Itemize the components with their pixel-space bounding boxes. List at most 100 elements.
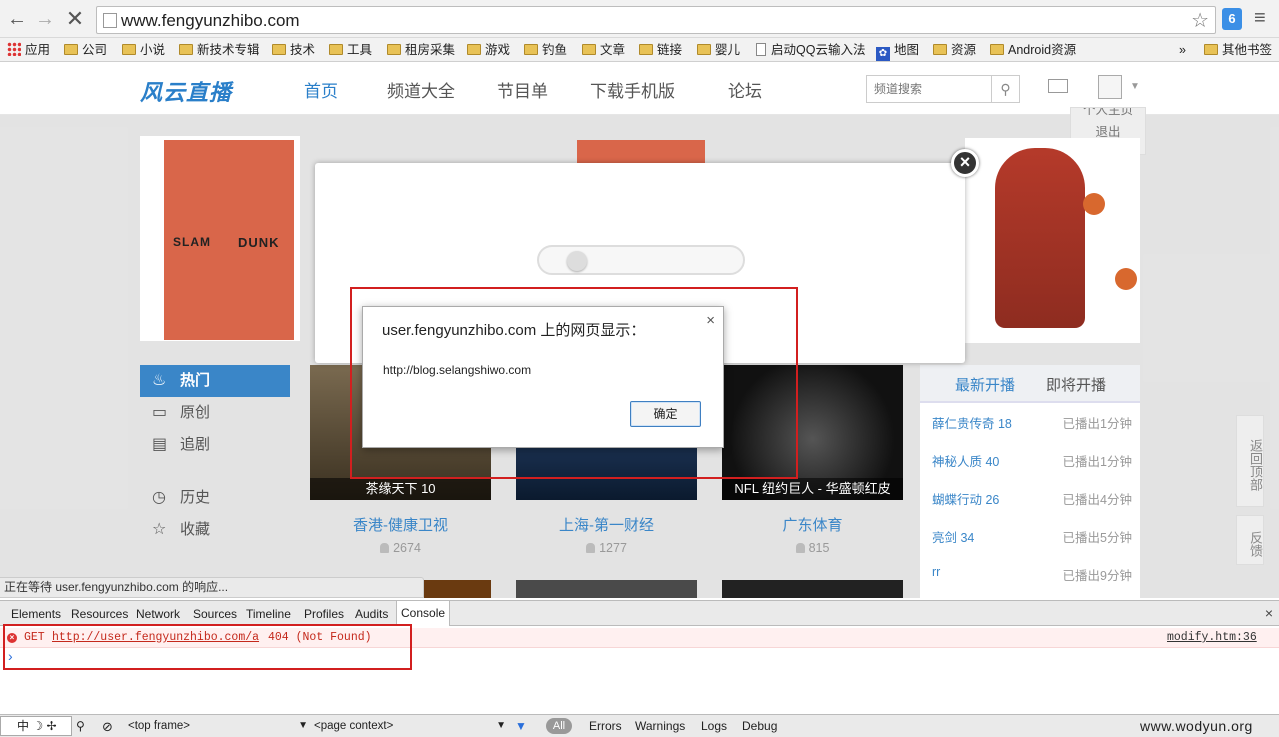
nav-forum[interactable]: 论坛: [728, 77, 762, 102]
search-icon[interactable]: ⚲: [991, 76, 1019, 102]
bookmark-folder[interactable]: Android资源: [990, 41, 1076, 59]
bookmark-folder[interactable]: 技术: [272, 41, 315, 59]
captcha-slider[interactable]: [537, 245, 745, 275]
bookmark-folder[interactable]: 链接: [639, 41, 682, 59]
left-menu-hot[interactable]: ♨ 热门: [140, 365, 290, 397]
back-arrow-icon[interactable]: ←: [5, 8, 29, 32]
back-to-top-button[interactable]: 返回顶部: [1236, 415, 1264, 507]
bookmark-folder[interactable]: 公司: [64, 41, 107, 59]
list-item[interactable]: rr 已播出9分钟: [932, 565, 1132, 583]
video-title[interactable]: 香港-健康卫视: [310, 514, 491, 535]
ok-button[interactable]: 确定: [630, 401, 701, 427]
devtools-tabs: Elements Resources Network Sources Timel…: [0, 600, 1279, 626]
nav-schedule[interactable]: 节目单: [497, 77, 548, 102]
folder-icon: [933, 44, 947, 55]
list-item[interactable]: 亮剑 34 已播出5分钟: [932, 527, 1132, 546]
bookmark-folder[interactable]: 租房采集: [387, 41, 455, 59]
tab-network[interactable]: Network: [136, 607, 180, 621]
bookmark-folder-other[interactable]: 其他书签: [1204, 41, 1272, 59]
channel-search-input[interactable]: [867, 76, 991, 102]
person-icon: [380, 543, 390, 553]
bookmark-folder[interactable]: 小说: [122, 41, 165, 59]
filter-icon[interactable]: ▼: [515, 719, 527, 733]
left-menu-original[interactable]: ▭ 原创: [140, 397, 290, 429]
error-source-link[interactable]: modify.htm:36: [1167, 631, 1257, 644]
video-thumb[interactable]: [722, 580, 903, 598]
video-title[interactable]: 广东体育: [722, 514, 903, 535]
bookmark-folder[interactable]: 游戏: [467, 41, 510, 59]
site-logo[interactable]: 风云直播: [140, 75, 232, 107]
bookmark-folder[interactable]: 婴儿: [697, 41, 740, 59]
left-menu-series[interactable]: ▤ 追剧: [140, 429, 290, 461]
search-icon[interactable]: ⚲: [76, 719, 85, 733]
menu-icon[interactable]: ≡: [1254, 7, 1266, 30]
list-item[interactable]: 薛仁贵传奇 18 已播出1分钟: [932, 413, 1132, 432]
video-thumb[interactable]: [516, 580, 697, 598]
list-item[interactable]: 神秘人质 40 已播出1分钟: [932, 451, 1132, 470]
bookmark-folder[interactable]: 工具: [329, 41, 372, 59]
video-title[interactable]: 上海-第一财经: [516, 514, 697, 535]
close-icon[interactable]: ×: [706, 312, 715, 329]
stop-loading-icon[interactable]: ✕: [63, 8, 87, 32]
tab-elements[interactable]: Elements: [11, 607, 61, 621]
bookmark-folder[interactable]: 文章: [582, 41, 625, 59]
nav-download-mobile[interactable]: 下载手机版: [590, 77, 675, 102]
forward-arrow-icon[interactable]: →: [33, 8, 57, 32]
nav-home[interactable]: 首页: [304, 77, 338, 102]
folder-icon: [639, 44, 653, 55]
filter-errors[interactable]: Errors: [589, 719, 622, 733]
left-menu-favorites[interactable]: ☆ 收藏: [140, 514, 290, 546]
filter-warnings[interactable]: Warnings: [635, 719, 685, 733]
player-figure: [995, 148, 1085, 328]
mail-icon[interactable]: [1048, 79, 1068, 93]
folder-icon: [387, 44, 401, 55]
nav-channels[interactable]: 频道大全: [387, 77, 455, 102]
viewer-count: 815: [722, 541, 903, 555]
alert-message: http://blog.selangshiwo.com: [383, 363, 532, 377]
tab-resources[interactable]: Resources: [71, 607, 128, 621]
extension-icon[interactable]: 6: [1222, 8, 1242, 30]
tab-sources[interactable]: Sources: [193, 607, 237, 621]
tab-timeline[interactable]: Timeline: [246, 607, 291, 621]
context-select[interactable]: <page context> ▼: [314, 717, 506, 735]
bookmark-folder[interactable]: 新技术专辑: [179, 41, 260, 59]
filter-all[interactable]: All: [546, 718, 572, 734]
address-url[interactable]: www.fengyunzhibo.com: [121, 11, 300, 31]
bookmarks-overflow[interactable]: »: [1179, 41, 1186, 59]
filter-debug[interactable]: Debug: [742, 719, 777, 733]
ime-toolbar[interactable]: 中 ☽ ✢: [0, 716, 72, 736]
bookmark-link[interactable]: ✿ 地图: [876, 41, 919, 61]
video-caption: 茶缘天下 10: [310, 478, 491, 500]
folder-icon: [64, 44, 78, 55]
bookmarks-bar: 应用 公司 小说 新技术专辑 技术 工具 租房采集 游戏 钓鱼 文章 链接 婴儿…: [0, 38, 1279, 62]
address-bar[interactable]: www.fengyunzhibo.com ☆: [96, 6, 1216, 34]
slider-handle[interactable]: [567, 251, 587, 271]
clear-console-icon[interactable]: ⊘: [102, 719, 113, 735]
chevron-down-icon: ▼: [496, 720, 506, 731]
chevron-down-icon[interactable]: ▼: [1130, 81, 1140, 92]
tab-audits[interactable]: Audits: [355, 607, 388, 621]
page-icon: [756, 43, 766, 56]
left-menu-history[interactable]: ◷ 历史: [140, 482, 290, 514]
bookmark-star-icon[interactable]: ☆: [1191, 8, 1209, 33]
bookmark-folder[interactable]: 资源: [933, 41, 976, 59]
folder-icon: [990, 44, 1004, 55]
tab-latest-live[interactable]: 最新开播: [955, 374, 1015, 395]
avatar[interactable]: [1098, 75, 1122, 99]
close-icon[interactable]: ×: [951, 149, 979, 177]
banner-dunk-text: DUNK: [238, 235, 280, 250]
list-item[interactable]: 蝴蝶行动 26 已播出4分钟: [932, 489, 1132, 508]
user-menu-profile[interactable]: 个人主页: [1071, 108, 1145, 120]
folder-icon: [524, 44, 538, 55]
bookmark-folder[interactable]: 钓鱼: [524, 41, 567, 59]
tab-profiles[interactable]: Profiles: [304, 607, 344, 621]
tab-upcoming[interactable]: 即将开播: [1046, 374, 1106, 395]
filter-logs[interactable]: Logs: [701, 719, 727, 733]
bookmark-apps[interactable]: 应用: [7, 41, 50, 59]
tab-console[interactable]: Console: [396, 601, 451, 626]
feedback-button[interactable]: 反馈: [1236, 515, 1264, 565]
viewer-count: 1277: [516, 541, 697, 555]
close-icon[interactable]: ×: [1265, 605, 1273, 621]
bookmark-link[interactable]: 启动QQ云输入法: [756, 41, 865, 59]
frame-select[interactable]: <top frame> ▼: [128, 717, 308, 735]
